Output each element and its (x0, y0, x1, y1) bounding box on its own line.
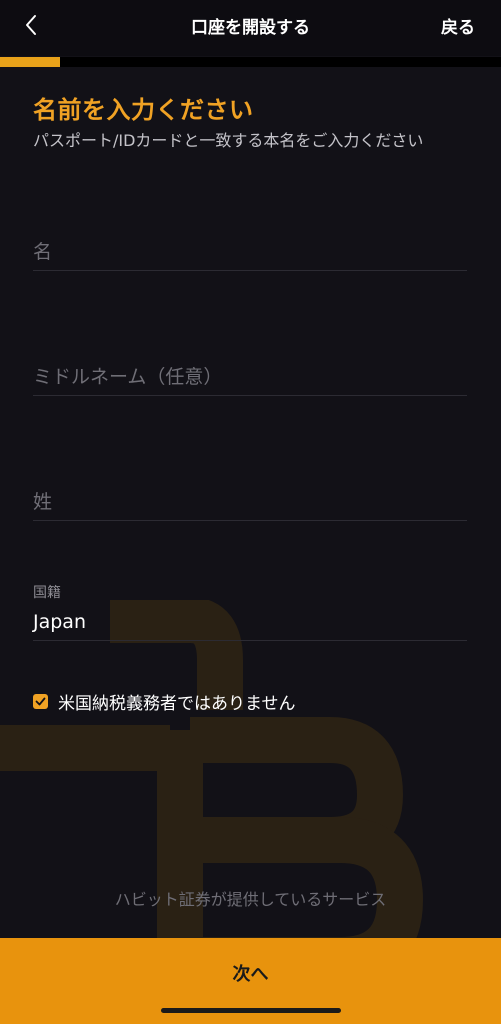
checkbox-checked-icon[interactable] (33, 694, 48, 709)
last-name-input[interactable] (33, 484, 467, 520)
nationality-field[interactable]: Japan (33, 604, 467, 641)
us-taxpayer-checkbox-row[interactable]: 米国納税義務者ではありません (33, 689, 296, 714)
next-button-label: 次へ (232, 964, 269, 985)
nationality-value[interactable]: Japan (33, 604, 467, 640)
page-title: 口座を開設する (191, 18, 310, 38)
first-name-field[interactable] (33, 234, 467, 271)
nationality-label: 国籍 (33, 585, 61, 601)
middle-name-input[interactable] (33, 359, 467, 395)
first-name-input[interactable] (33, 234, 467, 270)
us-taxpayer-checkbox-label: 米国納税義務者ではありません (58, 694, 296, 714)
middle-name-field[interactable] (33, 359, 467, 396)
form-heading: 名前を入力ください (33, 96, 254, 124)
last-name-field[interactable] (33, 484, 467, 521)
progress-bar (0, 57, 501, 67)
form-subheading: パスポート/IDカードと一致する本名をご入力ください (33, 131, 424, 150)
home-indicator (161, 1008, 341, 1013)
return-button[interactable]: 戻る (441, 13, 475, 38)
progress-bar-fill (0, 57, 61, 67)
top-navigation-bar: 口座を開設する 戻る (0, 0, 501, 56)
form-content: 名前を入力ください パスポート/IDカードと一致する本名をご入力ください 国籍 … (0, 0, 501, 1024)
service-provider-note: ハビット証券が提供しているサービス (114, 890, 387, 909)
